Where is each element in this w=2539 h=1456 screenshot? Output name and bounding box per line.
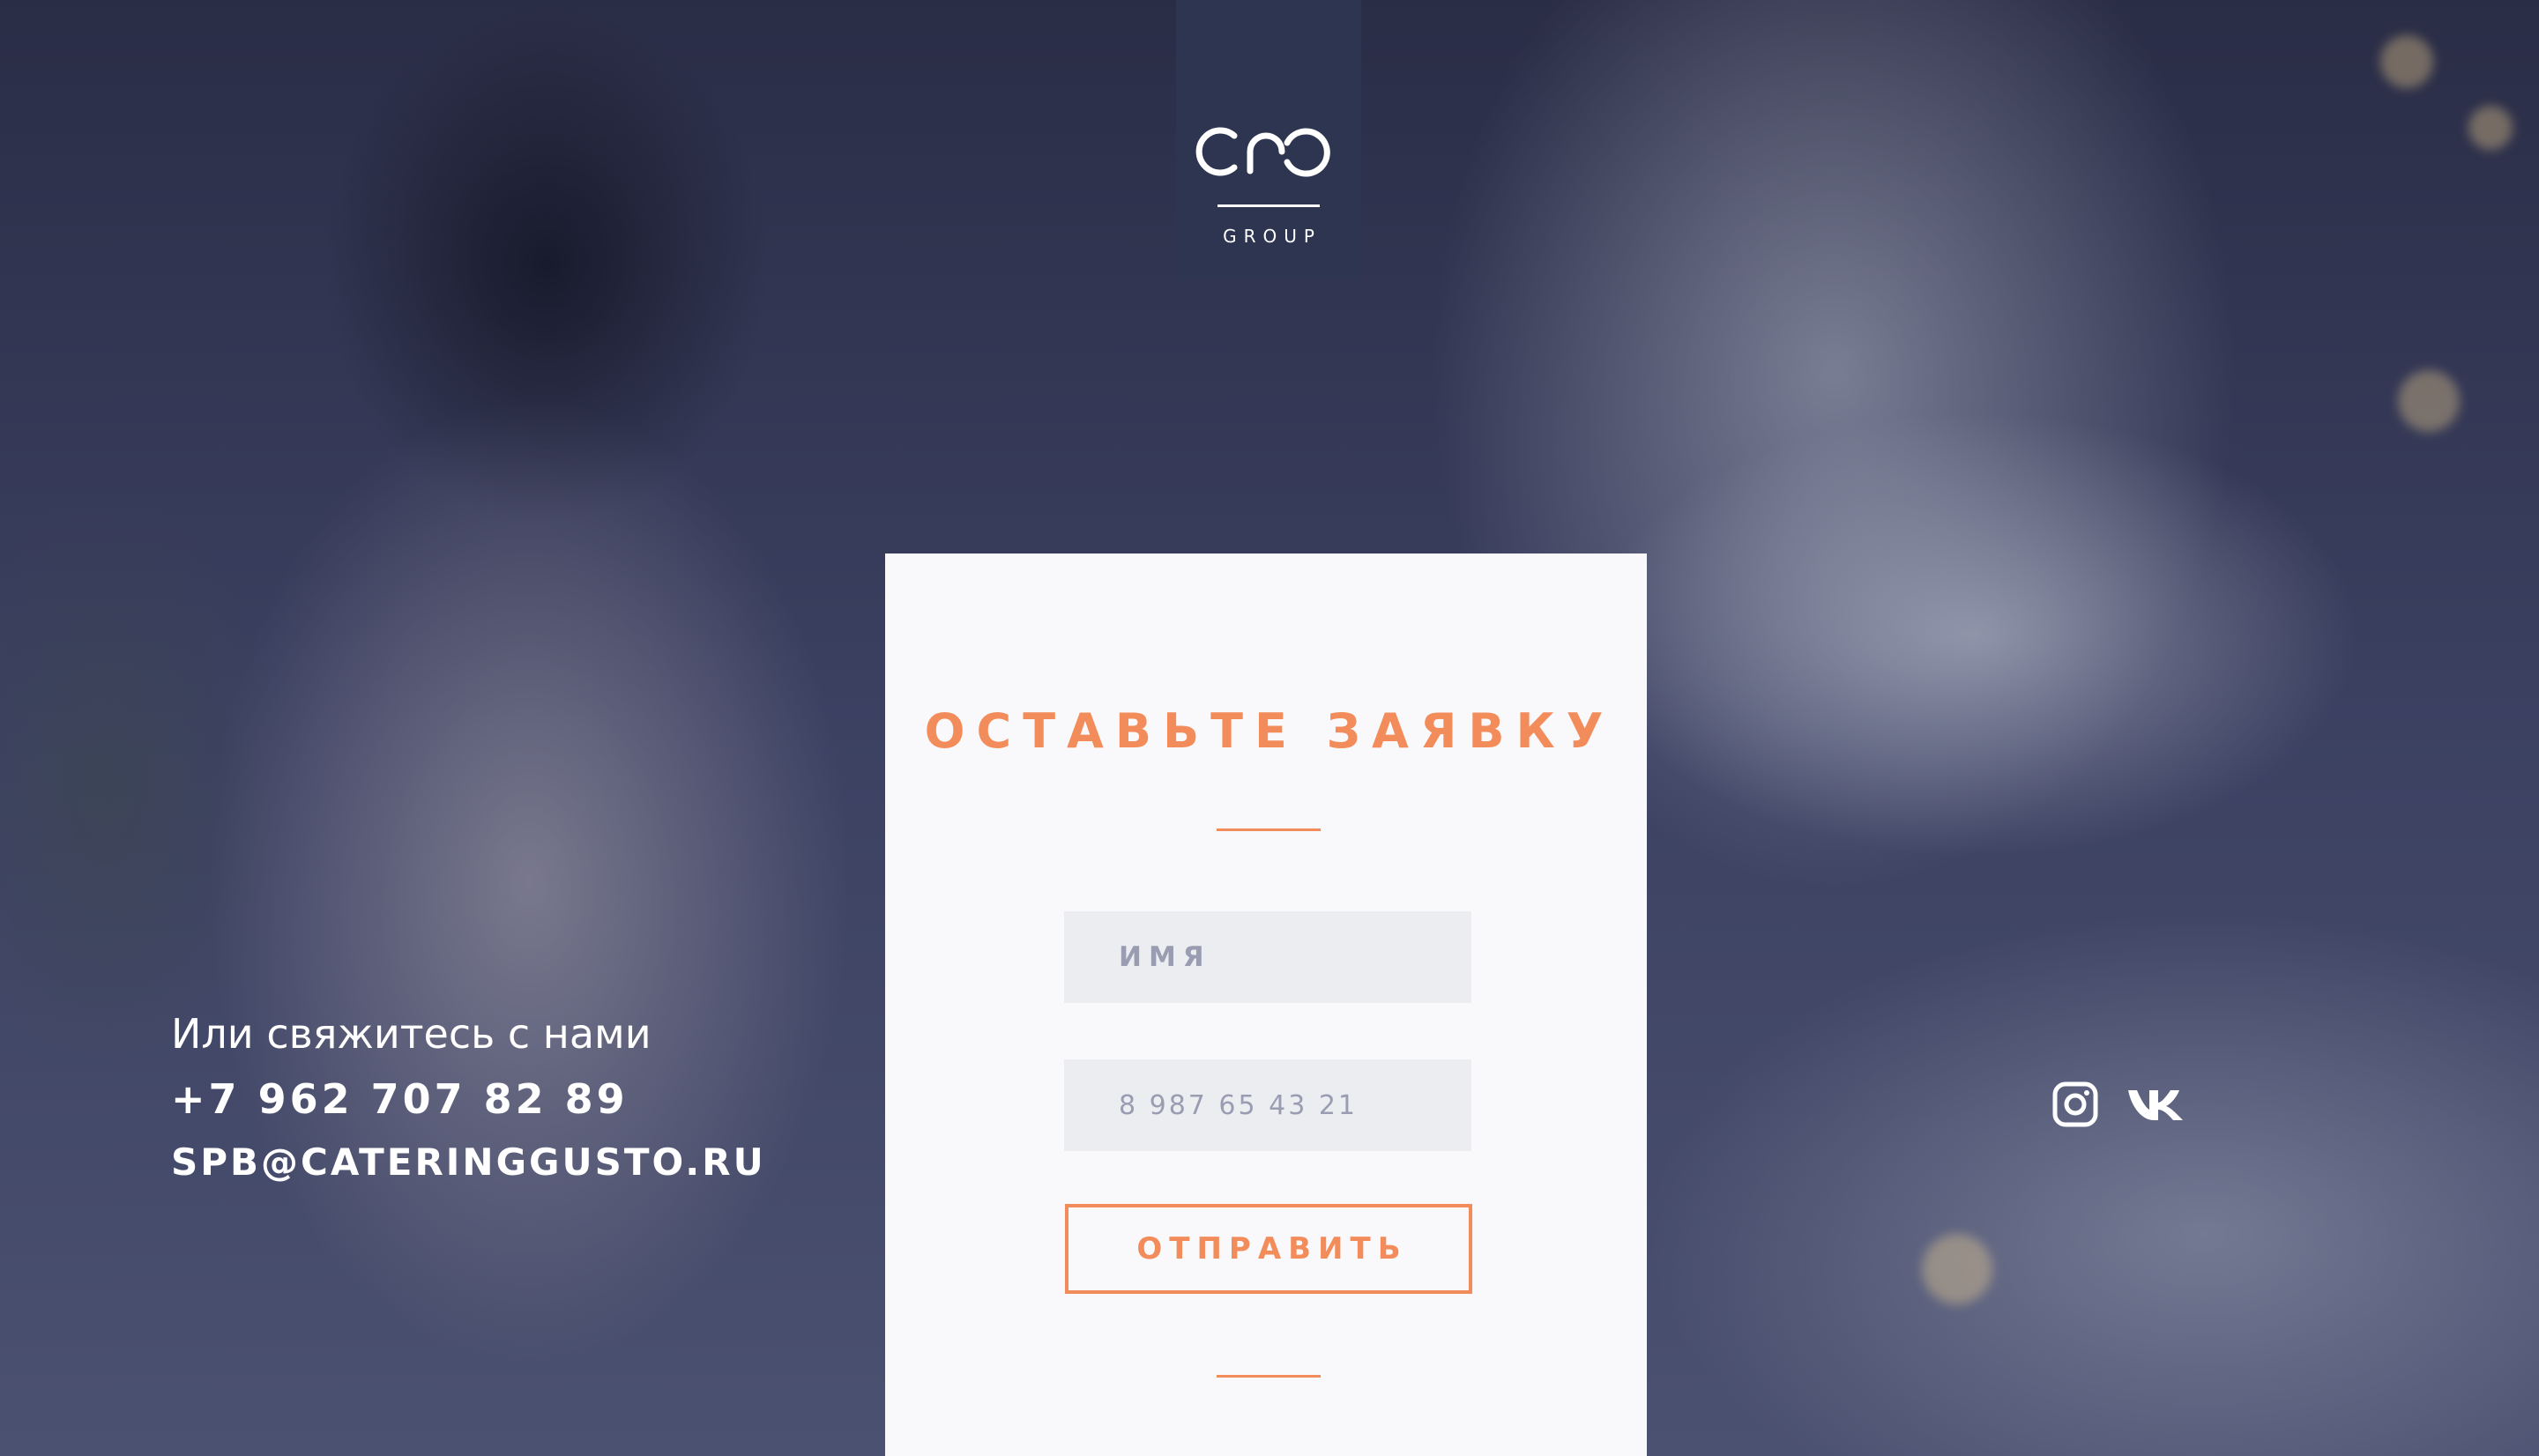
bokeh-light: [2380, 35, 2433, 88]
logo[interactable]: GROUP: [1176, 0, 1361, 280]
submit-button[interactable]: ОТПРАВИТЬ: [1065, 1204, 1472, 1294]
form-title: ОСТАВЬТЕ ЗАЯВКУ: [924, 703, 1615, 759]
bottom-divider: [1217, 1375, 1321, 1378]
vk-icon[interactable]: [2126, 1081, 2188, 1128]
bokeh-light: [2398, 370, 2460, 432]
contact-phone-link[interactable]: +7 962 707 82 89: [171, 1075, 629, 1123]
contact-lead: Или свяжитесь с нами: [171, 1010, 652, 1058]
logo-divider: [1217, 204, 1320, 207]
title-divider: [1217, 828, 1321, 831]
logo-text: GROUP: [1223, 226, 1322, 247]
bokeh-light: [1922, 1234, 1992, 1304]
logo-mark-icon: [1195, 127, 1330, 177]
instagram-icon[interactable]: [2052, 1081, 2098, 1128]
bokeh-light: [2468, 106, 2513, 150]
request-form-card: [885, 553, 1647, 1456]
phone-field[interactable]: 8 987 65 43 21: [1064, 1059, 1471, 1151]
name-field[interactable]: ИМЯ: [1064, 911, 1471, 1003]
contact-email-link[interactable]: SPB@CATERINGGUSTO.RU: [171, 1140, 766, 1184]
